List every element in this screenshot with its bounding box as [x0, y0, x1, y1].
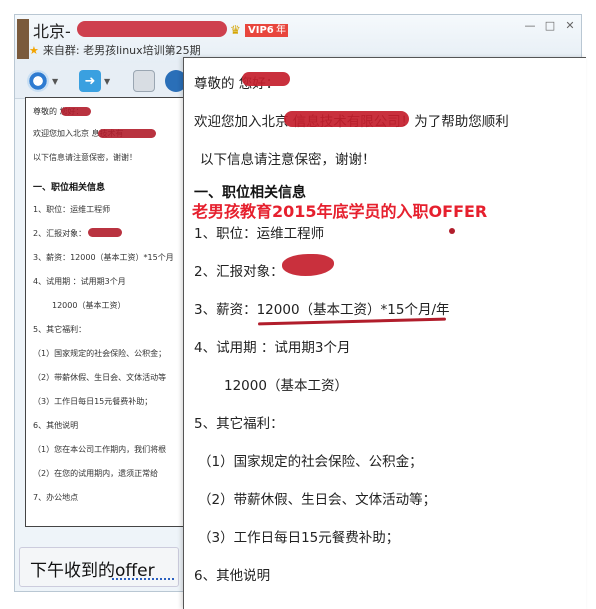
- redaction: [282, 254, 334, 276]
- crown-icon: ♛: [230, 23, 241, 37]
- webcam-button[interactable]: ▼: [27, 69, 58, 93]
- confidential-line: 以下信息请注意保密，谢谢！: [200, 152, 376, 168]
- group-source-text: 来自群: 老男孩linux培训第25期: [42, 44, 201, 57]
- thumb-line: （3）工作日每日15元餐费补助；: [33, 397, 153, 406]
- redaction: [284, 111, 409, 127]
- thumb-line: （2）带薪休假、生日会、文体活动等: [33, 373, 167, 382]
- group-source: ★ 来自群: 老男孩linux培训第25期: [29, 42, 201, 58]
- redaction: [242, 72, 290, 86]
- thumb-line: （2）在您的试用期内，遗须正常给: [33, 469, 159, 478]
- redaction: [88, 228, 122, 237]
- thumb-line: （1）您在本公司工作期内，我们将根: [33, 445, 167, 454]
- contact-name: 北京-: [33, 22, 71, 41]
- message-input[interactable]: 下午收到的offer: [19, 547, 179, 587]
- thumb-line: （1）国家规定的社会保险、公积金；: [33, 349, 167, 358]
- thumb-line: 以下信息请注意保密，谢谢！: [33, 153, 137, 162]
- year-badge: 年: [274, 24, 288, 37]
- minimize-button[interactable]: —: [523, 19, 537, 33]
- spellcheck-underline: [112, 578, 174, 580]
- chevron-down-icon: ▼: [52, 76, 59, 86]
- thumb-line: 一、职位相关信息: [33, 183, 106, 193]
- position-line: 1、职位：运维工程师: [194, 226, 325, 242]
- benefits-heading: 5、其它福利：: [194, 416, 284, 432]
- offer-letter-document: 尊敬的 您好： 欢迎您加入北京 信息技术有限公司！为了帮助您顺利 以下信息请注意…: [183, 57, 586, 609]
- overlay-caption: 老男孩教育2015年底学员的入职OFFER: [192, 202, 488, 221]
- chevron-down-icon: ▼: [104, 76, 111, 86]
- benefit-line: （1）国家规定的社会保险、公积金；: [198, 454, 423, 470]
- offer-letter-thumbnail[interactable]: 尊敬的 您好： 欢迎您加入北京 息技术有 以下信息请注意保密，谢谢！ 一、职位相…: [25, 97, 205, 527]
- benefit-line: （2）带薪休假、生日会、文体活动等；: [198, 492, 437, 508]
- thumb-line: 2、汇报对象：: [33, 229, 87, 238]
- other-notes-heading: 6、其他说明: [194, 568, 271, 584]
- webcam-icon: [27, 70, 49, 92]
- app-button[interactable]: [133, 69, 155, 93]
- app-icon: [133, 70, 155, 92]
- benefit-line: （3）工作日每日15元餐费补助；: [198, 530, 400, 546]
- ink-dot: [449, 228, 455, 234]
- vip-badge: VIP6: [245, 24, 277, 37]
- probation-line: 4、试用期 ：试用期3个月: [194, 340, 351, 356]
- name-redaction: [77, 21, 227, 37]
- thumb-line: 6、其他说明: [33, 421, 79, 430]
- avatar[interactable]: [17, 19, 29, 59]
- thumb-line: 1、职位：运维工程师: [33, 205, 111, 214]
- thumb-line: 7、办公地点: [33, 493, 79, 502]
- salary-line: 3、薪资：12000（基本工资）*15个月/年: [194, 302, 450, 318]
- maximize-button[interactable]: □: [543, 19, 557, 33]
- redaction: [98, 129, 156, 138]
- file-transfer-icon: ➜: [79, 70, 101, 92]
- star-icon: ★: [29, 43, 39, 57]
- title-bar: 北京- ♛ VIP6 年 — □ ✕ ★ 来自群: 老男孩linux培训第25期: [15, 15, 581, 63]
- report-to-line: 2、汇报对象：: [194, 264, 284, 280]
- salary-underline: [257, 317, 447, 326]
- thumb-line: 3、薪资：12000（基本工资）*15个月: [33, 253, 174, 262]
- file-transfer-button[interactable]: ➜ ▼: [79, 69, 110, 93]
- close-button[interactable]: ✕: [563, 19, 577, 33]
- probation-salary-line: 12000（基本工资）: [224, 378, 348, 394]
- thumb-line: 4、试用期 ：试用期3个月: [33, 277, 126, 286]
- thumb-line: 12000（基本工资）: [52, 301, 126, 310]
- thumb-line: 5、其它福利：: [33, 325, 87, 334]
- redaction: [61, 107, 91, 116]
- window-controls: — □ ✕: [523, 19, 577, 33]
